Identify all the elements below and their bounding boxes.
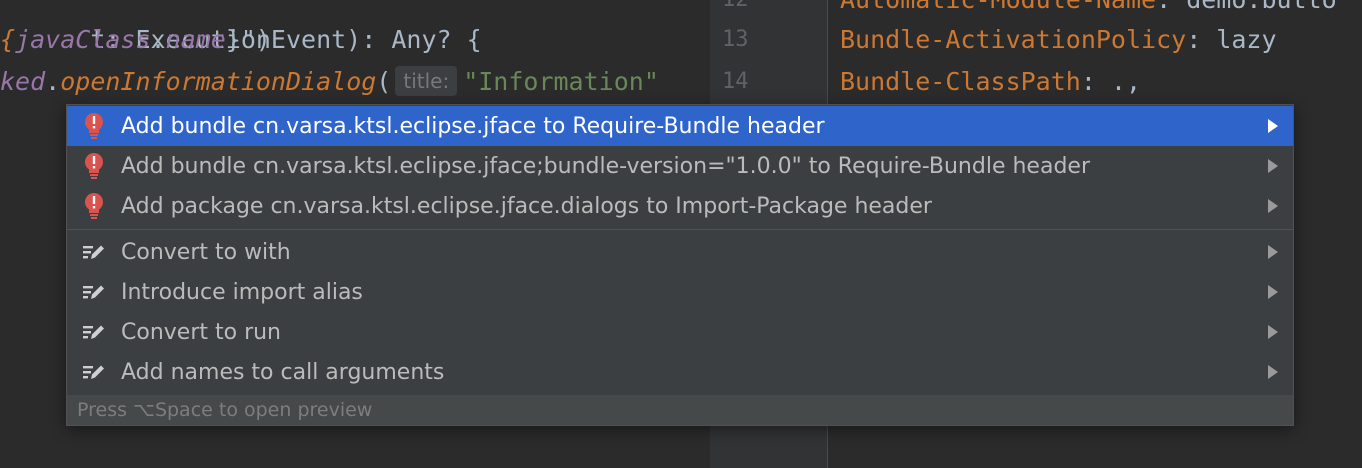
code-dot: .: [150, 25, 166, 54]
intention-item-add-names-to-call-arguments[interactable]: Add names to call arguments: [67, 352, 1293, 392]
code-punct: }"): [225, 25, 271, 54]
error-bulb-icon: [67, 112, 121, 140]
code-function: openInformationDialog: [60, 67, 377, 96]
submenu-arrow-icon[interactable]: [1253, 119, 1293, 133]
manifest-key: Automatic-Module-Name: [840, 0, 1156, 14]
intention-item-convert-to-run[interactable]: Convert to run: [67, 312, 1293, 352]
intention-item-add-bundle[interactable]: Add bundle cn.varsa.ktsl.eclipse.jface t…: [67, 106, 1293, 146]
intention-pencil-icon: [67, 242, 121, 262]
manifest-key: Bundle-ClassPath: [840, 67, 1081, 96]
submenu-arrow-icon[interactable]: [1253, 365, 1293, 379]
error-bulb-icon: [67, 152, 121, 180]
manifest-line: Bundle-ActivationPolicy: lazy: [840, 20, 1277, 60]
intention-pencil-icon: [67, 282, 121, 302]
error-bulb-icon: [67, 192, 121, 220]
submenu-arrow-icon[interactable]: [1253, 285, 1293, 299]
manifest-line: Bundle-ClassPath: .,: [840, 62, 1141, 102]
code-line-13: {javaClass.name}"): [0, 20, 271, 60]
manifest-line: Automatic-Module-Name: demo.butto: [840, 0, 1337, 20]
manifest-value: lazy: [1216, 25, 1277, 54]
intention-item-label: Add bundle cn.varsa.ktsl.eclipse.jface;b…: [121, 153, 1090, 179]
intention-item-introduce-import-alias[interactable]: Introduce import alias: [67, 272, 1293, 312]
menu-separator: [67, 229, 1293, 230]
intention-item-label: Introduce import alias: [121, 279, 363, 305]
intention-item-add-bundle-version[interactable]: Add bundle cn.varsa.ktsl.eclipse.jface;b…: [67, 146, 1293, 186]
manifest-key: Bundle-ActivationPolicy: [840, 25, 1187, 54]
line-number: 13: [722, 27, 749, 52]
intention-item-convert-to-with[interactable]: Convert to with: [67, 232, 1293, 272]
intention-pencil-icon: [67, 322, 121, 342]
manifest-value: demo.butto: [1186, 0, 1337, 14]
code-line-14: ked.openInformationDialog(title: "Informa…: [0, 62, 659, 102]
intention-item-label: Add bundle cn.varsa.ktsl.eclipse.jface t…: [121, 113, 825, 139]
manifest-sep: :: [1186, 25, 1217, 54]
manifest-sep: :: [1156, 0, 1186, 14]
manifest-value: .,: [1110, 67, 1142, 96]
code-dot: .: [45, 67, 61, 96]
code-paren: (: [376, 67, 392, 96]
code-string: "Information": [463, 67, 659, 96]
submenu-arrow-icon[interactable]: [1253, 199, 1293, 213]
intention-pencil-icon: [67, 362, 121, 382]
popup-footer-hint: Press ⌥Space to open preview: [67, 395, 1293, 425]
intention-item-label: Convert to run: [121, 319, 281, 345]
ide-window: t: ExecutionEvent): Any? { {javaClass.na…: [0, 0, 1362, 468]
submenu-arrow-icon[interactable]: [1253, 325, 1293, 339]
manifest-sep: :: [1080, 67, 1111, 96]
submenu-arrow-icon[interactable]: [1253, 159, 1293, 173]
intention-item-label: Convert to with: [121, 239, 291, 265]
parameter-hint: title:: [395, 66, 458, 96]
line-number: 12: [722, 0, 749, 20]
intention-item-label: Add package cn.varsa.ktsl.eclipse.jface.…: [121, 193, 932, 219]
code-identifier: ked: [0, 67, 46, 96]
code-property: javaClass: [15, 25, 151, 54]
submenu-arrow-icon[interactable]: [1253, 245, 1293, 259]
code-brace: {: [0, 25, 16, 54]
intention-item-add-package[interactable]: Add package cn.varsa.ktsl.eclipse.jface.…: [67, 186, 1293, 226]
line-number: 14: [722, 69, 749, 94]
intention-item-label: Add names to call arguments: [121, 359, 445, 385]
intention-actions-popup: Add bundle cn.varsa.ktsl.eclipse.jface t…: [66, 104, 1294, 426]
code-property: name: [165, 25, 226, 54]
